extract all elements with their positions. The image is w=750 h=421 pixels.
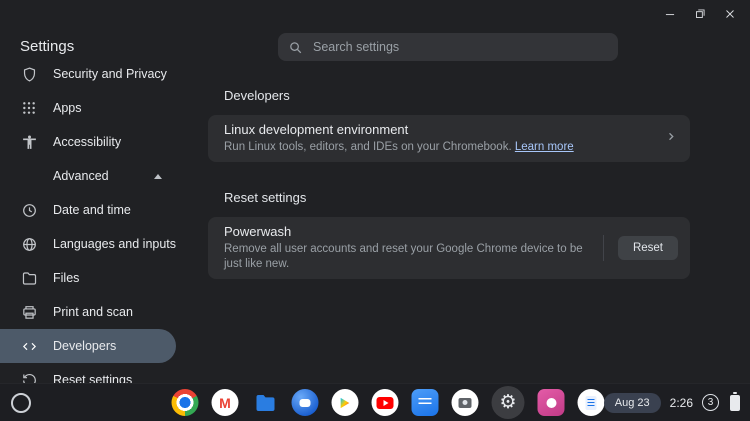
gmail-m-glyph: M [219, 396, 231, 410]
header: Settings [0, 0, 750, 64]
shield-icon [20, 65, 38, 83]
gmail-app-icon[interactable]: M [212, 389, 239, 416]
shelf-apps: M [172, 386, 605, 419]
sidebar-item-label: Date and time [53, 203, 131, 217]
document-app-icon[interactable] [578, 389, 605, 416]
folder-icon [20, 269, 38, 287]
apps-grid-icon [20, 99, 38, 117]
camera-lens-icon [459, 398, 472, 408]
sidebar-item-label: Security and Privacy [53, 67, 167, 81]
search-icon [288, 40, 303, 55]
docs-app-icon[interactable] [412, 389, 439, 416]
date-pill[interactable]: Aug 23 [604, 393, 661, 413]
sidebar-item-reset-settings[interactable]: Reset settings [0, 363, 176, 383]
sidebar-item-label: Advanced [53, 169, 109, 183]
row-title: Powerwash [224, 224, 589, 240]
settings-app-active-highlight[interactable]: ⚙ [492, 386, 525, 419]
files-app-icon[interactable] [252, 389, 279, 416]
gallery-app-icon[interactable] [538, 389, 565, 416]
status-tray[interactable]: Aug 23 2:26 3 [604, 393, 740, 413]
document-page-icon [586, 396, 597, 410]
row-description: Run Linux tools, editors, and IDEs on yo… [224, 140, 650, 155]
sidebar-item-label: Developers [53, 339, 116, 353]
launcher-icon[interactable] [11, 393, 31, 413]
close-icon[interactable] [722, 6, 738, 22]
clock-icon [20, 201, 38, 219]
battery-icon [730, 395, 740, 411]
messages-app-icon[interactable] [292, 389, 319, 416]
printer-icon [20, 303, 38, 321]
youtube-play-icon [377, 397, 394, 409]
restore-icon[interactable] [692, 6, 708, 22]
sidebar-item-languages-and-inputs[interactable]: Languages and inputs [0, 227, 176, 261]
sidebar-item-developers[interactable]: Developers [0, 329, 176, 363]
play-store-app-icon[interactable] [332, 389, 359, 416]
learn-more-link[interactable]: Learn more [515, 141, 574, 153]
sidebar-item-label: Accessibility [53, 135, 121, 149]
blue-folder-icon [253, 391, 277, 415]
divider [603, 235, 604, 261]
chrome-app-icon[interactable] [172, 389, 199, 416]
row-description: Remove all user accounts and reset your … [224, 242, 589, 272]
play-triangle-icon [339, 396, 352, 410]
sidebar: Security and Privacy Apps [0, 64, 176, 383]
shelf: M [0, 383, 750, 421]
sidebar-item-print-and-scan[interactable]: Print and scan [0, 295, 176, 329]
accessibility-icon [20, 133, 38, 151]
search-bar[interactable] [278, 33, 618, 61]
blank-icon [20, 167, 38, 185]
row-title: Linux development environment [224, 122, 650, 138]
sidebar-item-date-and-time[interactable]: Date and time [0, 193, 176, 227]
reset-button[interactable]: Reset [618, 236, 678, 260]
sidebar-item-label: Languages and inputs [53, 237, 176, 251]
caret-up-icon [154, 174, 162, 179]
sidebar-item-label: Apps [53, 101, 82, 115]
chevron-right-icon [664, 129, 678, 148]
section-heading-reset-settings: Reset settings [224, 190, 690, 205]
linux-development-environment-row[interactable]: Linux development environment Run Linux … [208, 115, 690, 162]
settings-app-icon[interactable]: ⚙ [495, 389, 522, 416]
search-input[interactable] [313, 40, 608, 54]
sidebar-item-label: Files [53, 271, 79, 285]
powerwash-row: Powerwash Remove all user accounts and r… [208, 217, 690, 279]
notification-count-badge: 3 [702, 394, 719, 411]
reset-icon [20, 371, 38, 383]
sidebar-item-security-and-privacy[interactable]: Security and Privacy [0, 64, 176, 91]
sidebar-item-label: Reset settings [53, 373, 132, 383]
sidebar-item-apps[interactable]: Apps [0, 91, 176, 125]
gear-icon: ⚙ [499, 393, 516, 412]
row-description-text: Run Linux tools, editors, and IDEs on yo… [224, 141, 512, 153]
sidebar-item-accessibility[interactable]: Accessibility [0, 125, 176, 159]
page-title: Settings [20, 38, 74, 55]
youtube-app-icon[interactable] [372, 389, 399, 416]
globe-icon [20, 235, 38, 253]
main-content: Developers Linux development environment… [176, 64, 750, 383]
sidebar-item-advanced[interactable]: Advanced [0, 159, 176, 193]
minimize-icon[interactable] [662, 6, 678, 22]
code-icon [20, 337, 38, 355]
sidebar-item-label: Print and scan [53, 305, 133, 319]
section-heading-developers: Developers [224, 88, 690, 103]
sidebar-item-files[interactable]: Files [0, 261, 176, 295]
camera-app-icon[interactable] [452, 389, 479, 416]
settings-window: Settings Security and Privacy [0, 0, 750, 421]
window-controls [662, 6, 738, 22]
clock-time: 2:26 [670, 396, 693, 410]
